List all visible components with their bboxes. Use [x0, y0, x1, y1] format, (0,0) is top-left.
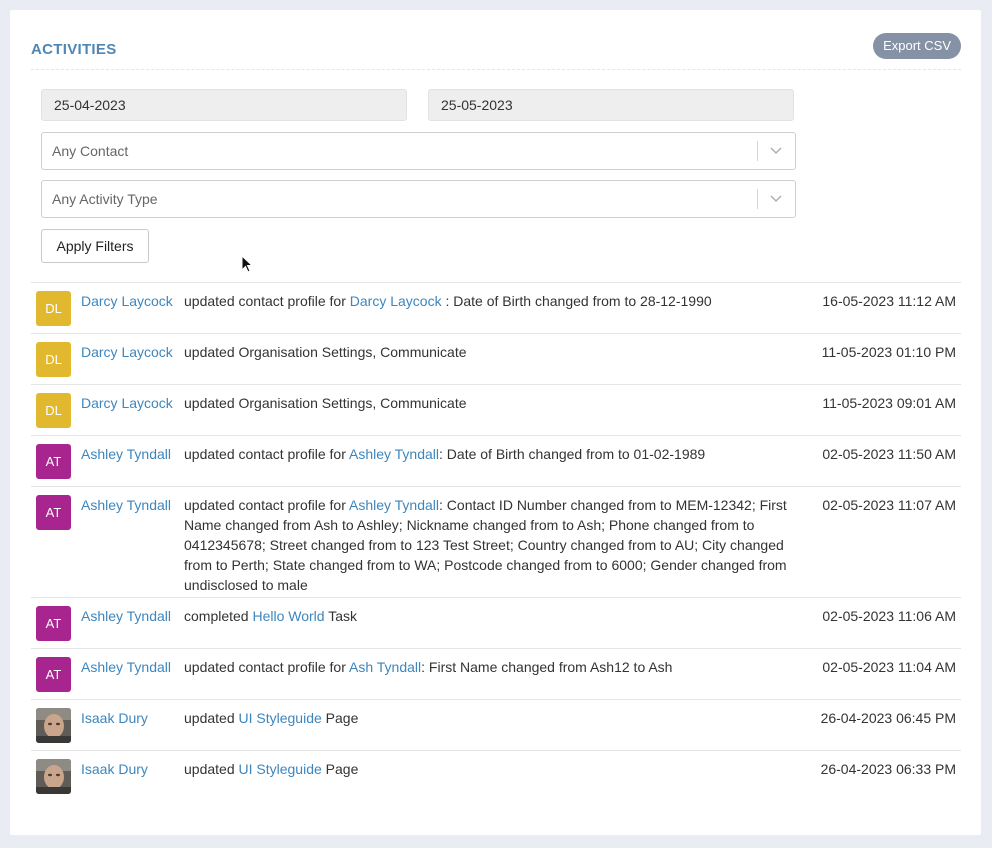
page-title: ACTIVITIES: [31, 41, 117, 58]
activity-text: Task: [324, 608, 358, 624]
activity-description: updated Organisation Settings, Communica…: [184, 342, 806, 362]
activity-row: DL Darcy Laycock updated Organisation Sett…: [31, 384, 961, 435]
activity-description: updated contact profile for Ashley Tynda…: [184, 444, 806, 464]
activity-timestamp: 02-05-2023 11:50 AM: [822, 446, 956, 462]
activity-text: updated: [184, 710, 239, 726]
activity-row: AT Ashley Tyndall updated contact profile …: [31, 486, 961, 597]
avatar[interactable]: AT: [36, 444, 71, 479]
activity-text: updated: [184, 761, 239, 777]
activity-target-link[interactable]: UI Styleguide: [239, 761, 322, 777]
activity-timestamp: 02-05-2023 11:07 AM: [822, 497, 956, 513]
chevron-down-icon[interactable]: [770, 192, 782, 204]
activity-user-link[interactable]: Isaak Dury: [81, 708, 184, 728]
activity-description: updated contact profile for Darcy Laycoc…: [184, 291, 806, 311]
avatar[interactable]: AT: [36, 657, 71, 692]
activity-row: AT Ashley Tyndall updated contact profile …: [31, 648, 961, 699]
activity-timestamp: 11-05-2023 09:01 AM: [822, 395, 956, 411]
header-divider: [31, 69, 961, 70]
export-csv-button[interactable]: Export CSV: [873, 33, 961, 59]
activity-description: completed Hello World Task: [184, 606, 806, 626]
activity-text: : Date of Birth changed from to 01-02-19…: [439, 446, 706, 462]
activity-target-link[interactable]: Ash Tyndall: [349, 659, 421, 675]
activity-row: Isaak Dury updated UI Styleguide Page 26-0…: [31, 699, 961, 750]
activity-text: : First Name changed from Ash12 to Ash: [421, 659, 673, 675]
activity-target-link[interactable]: Hello World: [252, 608, 324, 624]
activity-description: updated Organisation Settings, Communica…: [184, 393, 806, 413]
activity-timestamp: 16-05-2023 11:12 AM: [822, 293, 956, 309]
activity-target-link[interactable]: Ashley Tyndall: [349, 446, 439, 462]
activity-text: completed: [184, 608, 253, 624]
activity-row: DL Darcy Laycock updated contact profile f…: [31, 282, 961, 333]
avatar-photo[interactable]: [36, 708, 71, 743]
activity-target-link[interactable]: Darcy Laycock: [350, 293, 442, 309]
activity-user-link[interactable]: Isaak Dury: [81, 759, 184, 779]
activity-user-link[interactable]: Ashley Tyndall: [81, 657, 184, 677]
activity-user-link[interactable]: Darcy Laycock: [81, 291, 184, 311]
avatar[interactable]: AT: [36, 606, 71, 641]
activity-user-link[interactable]: Ashley Tyndall: [81, 495, 184, 515]
activity-description: updated contact profile for Ash Tyndall:…: [184, 657, 806, 677]
activity-text: Page: [321, 761, 359, 777]
avatar[interactable]: DL: [36, 291, 71, 326]
activity-description: updated UI Styleguide Page: [184, 759, 806, 779]
apply-filters-button[interactable]: Apply Filters: [41, 229, 149, 263]
activity-text: updated contact profile for: [184, 659, 349, 675]
activity-timestamp: 26-04-2023 06:33 PM: [820, 761, 956, 777]
user-photo-icon: [36, 708, 71, 743]
activity-user-link[interactable]: Darcy Laycock: [81, 393, 184, 413]
date-to-input[interactable]: [428, 89, 794, 121]
activity-description: updated UI Styleguide Page: [184, 708, 806, 728]
activity-timestamp: 02-05-2023 11:04 AM: [822, 659, 956, 675]
select-separator: [757, 141, 758, 161]
card-header: ACTIVITIES Export CSV: [31, 32, 961, 72]
activity-row: DL Darcy Laycock updated Organisation Sett…: [31, 333, 961, 384]
avatar[interactable]: DL: [36, 393, 71, 428]
activity-description: updated contact profile for Ashley Tynda…: [184, 495, 806, 595]
date-from-input[interactable]: [41, 89, 407, 121]
activity-text: updated Organisation Settings, Communica…: [184, 395, 467, 411]
activity-type-select-placeholder: Any Activity Type: [52, 191, 158, 207]
contact-select[interactable]: Any Contact: [41, 132, 796, 170]
avatar[interactable]: AT: [36, 495, 71, 530]
avatar[interactable]: DL: [36, 342, 71, 377]
activity-text: updated contact profile for: [184, 497, 349, 513]
activity-user-link[interactable]: Ashley Tyndall: [81, 606, 184, 626]
activity-list: DL Darcy Laycock updated contact profile f…: [31, 282, 961, 801]
activity-target-link[interactable]: UI Styleguide: [239, 710, 322, 726]
activity-target-link[interactable]: Ashley Tyndall: [349, 497, 439, 513]
activity-text: Page: [321, 710, 359, 726]
activity-timestamp: 02-05-2023 11:06 AM: [822, 608, 956, 624]
activity-type-select[interactable]: Any Activity Type: [41, 180, 796, 218]
activity-user-link[interactable]: Ashley Tyndall: [81, 444, 184, 464]
avatar-photo[interactable]: [36, 759, 71, 794]
activity-text: : Date of Birth changed from to 28-12-19…: [441, 293, 712, 309]
activity-user-link[interactable]: Darcy Laycock: [81, 342, 184, 362]
user-photo-icon: [36, 759, 71, 794]
activities-card: ACTIVITIES Export CSV Any Contact Any Ac…: [10, 10, 981, 835]
chevron-down-icon[interactable]: [770, 144, 782, 156]
activity-row: AT Ashley Tyndall updated contact profile …: [31, 435, 961, 486]
activity-text: updated Organisation Settings, Communica…: [184, 344, 467, 360]
activity-timestamp: 26-04-2023 06:45 PM: [820, 710, 956, 726]
mouse-cursor-icon: [241, 255, 253, 273]
contact-select-placeholder: Any Contact: [52, 143, 129, 159]
activity-text: updated contact profile for: [184, 446, 349, 462]
activity-timestamp: 11-05-2023 01:10 PM: [821, 344, 956, 360]
select-separator: [757, 189, 758, 209]
activity-text: updated contact profile for: [184, 293, 350, 309]
activity-row: Isaak Dury updated UI Styleguide Page 26-0…: [31, 750, 961, 801]
activity-row: AT Ashley Tyndall completed Hello World Ta…: [31, 597, 961, 648]
